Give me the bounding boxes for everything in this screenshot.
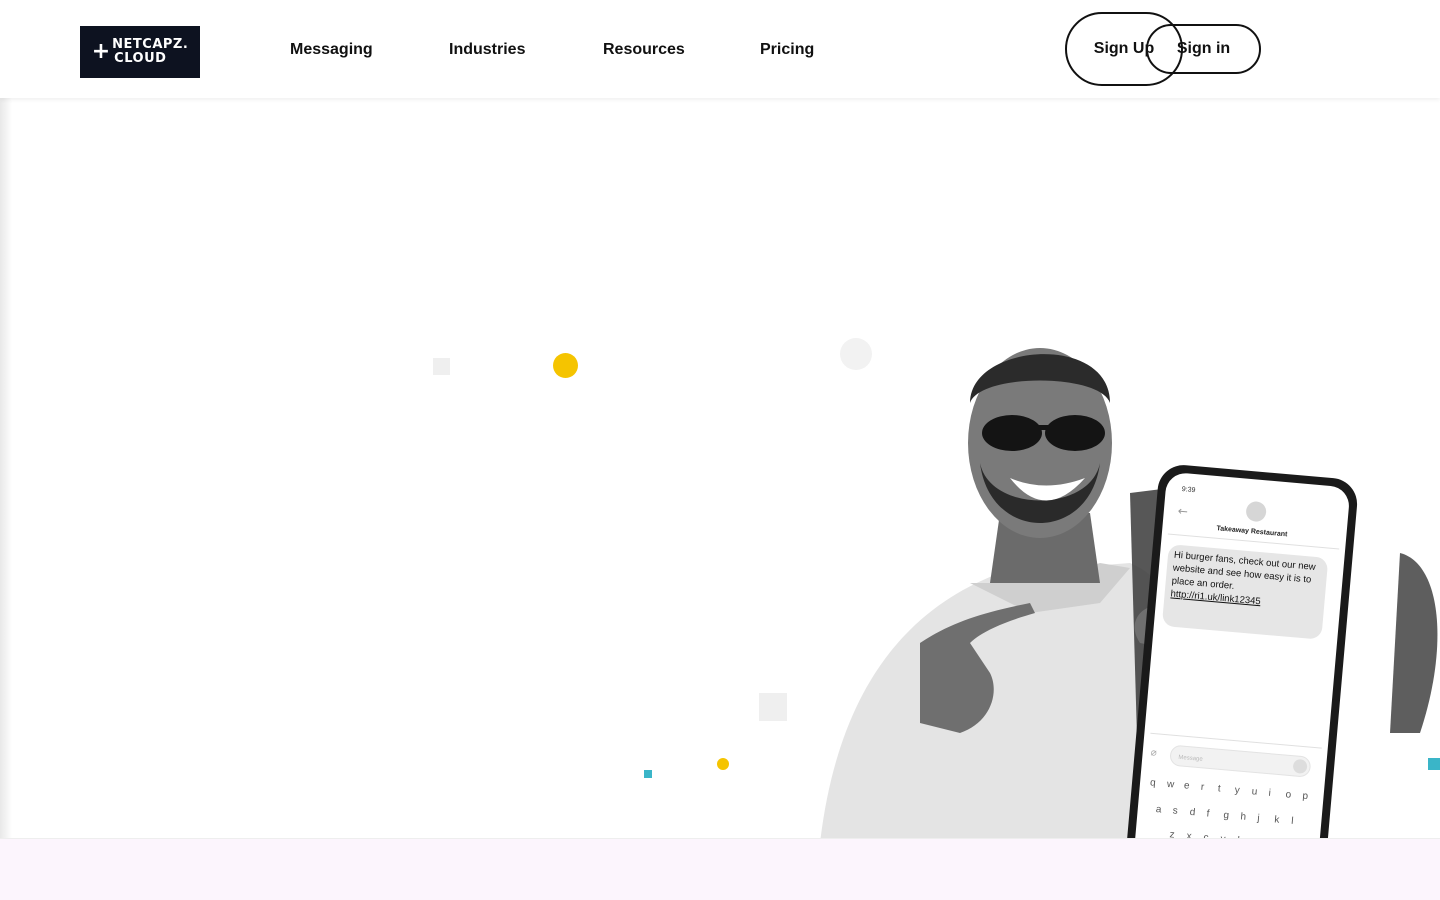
site-header: + NETCAPZ. CLOUD Messaging Industries Re… [0,0,1440,98]
keyboard-key: u [1251,786,1258,797]
nav-pricing[interactable]: Pricing [760,41,814,59]
back-arrow-icon: ← [1177,504,1188,519]
logo-text: NETCAPZ. CLOUD [112,38,188,66]
keyboard-key: z [1169,829,1175,838]
hero-edge-shadow [0,98,12,838]
logo-line-2: CLOUD [114,51,167,66]
attach-icon: ⌀ [1150,747,1157,758]
logo-line-1: NETCAPZ. [112,37,189,52]
hero-section: 9:39 Takeaway Restaurant ← Hi burger fan… [0,98,1440,838]
netcapz-logo[interactable]: + NETCAPZ. CLOUD [80,26,200,78]
decorative-square [433,358,450,375]
keyboard-key: h [1240,811,1247,822]
decorative-yellow-dot [553,353,578,378]
keyboard-key: g [1223,810,1230,821]
keyboard-key: y [1234,785,1240,796]
phone-time: 9:39 [1181,486,1195,494]
next-section-strip [0,838,1440,900]
keyboard-key: d [1189,807,1196,818]
logo-plus-icon: + [91,39,111,64]
hero-person-phone-illustration: 9:39 Takeaway Restaurant ← Hi burger fan… [820,348,1438,838]
sign-in-button[interactable]: Sign in [1146,24,1261,74]
keyboard-key: s [1172,805,1178,816]
nav-industries[interactable]: Industries [449,41,525,59]
message-link: http://ri1.uk/link12345 [1170,588,1262,608]
decorative-teal-square [644,770,652,778]
keyboard-key: x [1186,831,1192,838]
keyboard-key: q [1150,777,1157,788]
decorative-yellow-dot [717,758,729,770]
decorative-square [759,693,787,721]
nav-messaging[interactable]: Messaging [290,41,373,59]
nav-resources[interactable]: Resources [603,41,685,59]
